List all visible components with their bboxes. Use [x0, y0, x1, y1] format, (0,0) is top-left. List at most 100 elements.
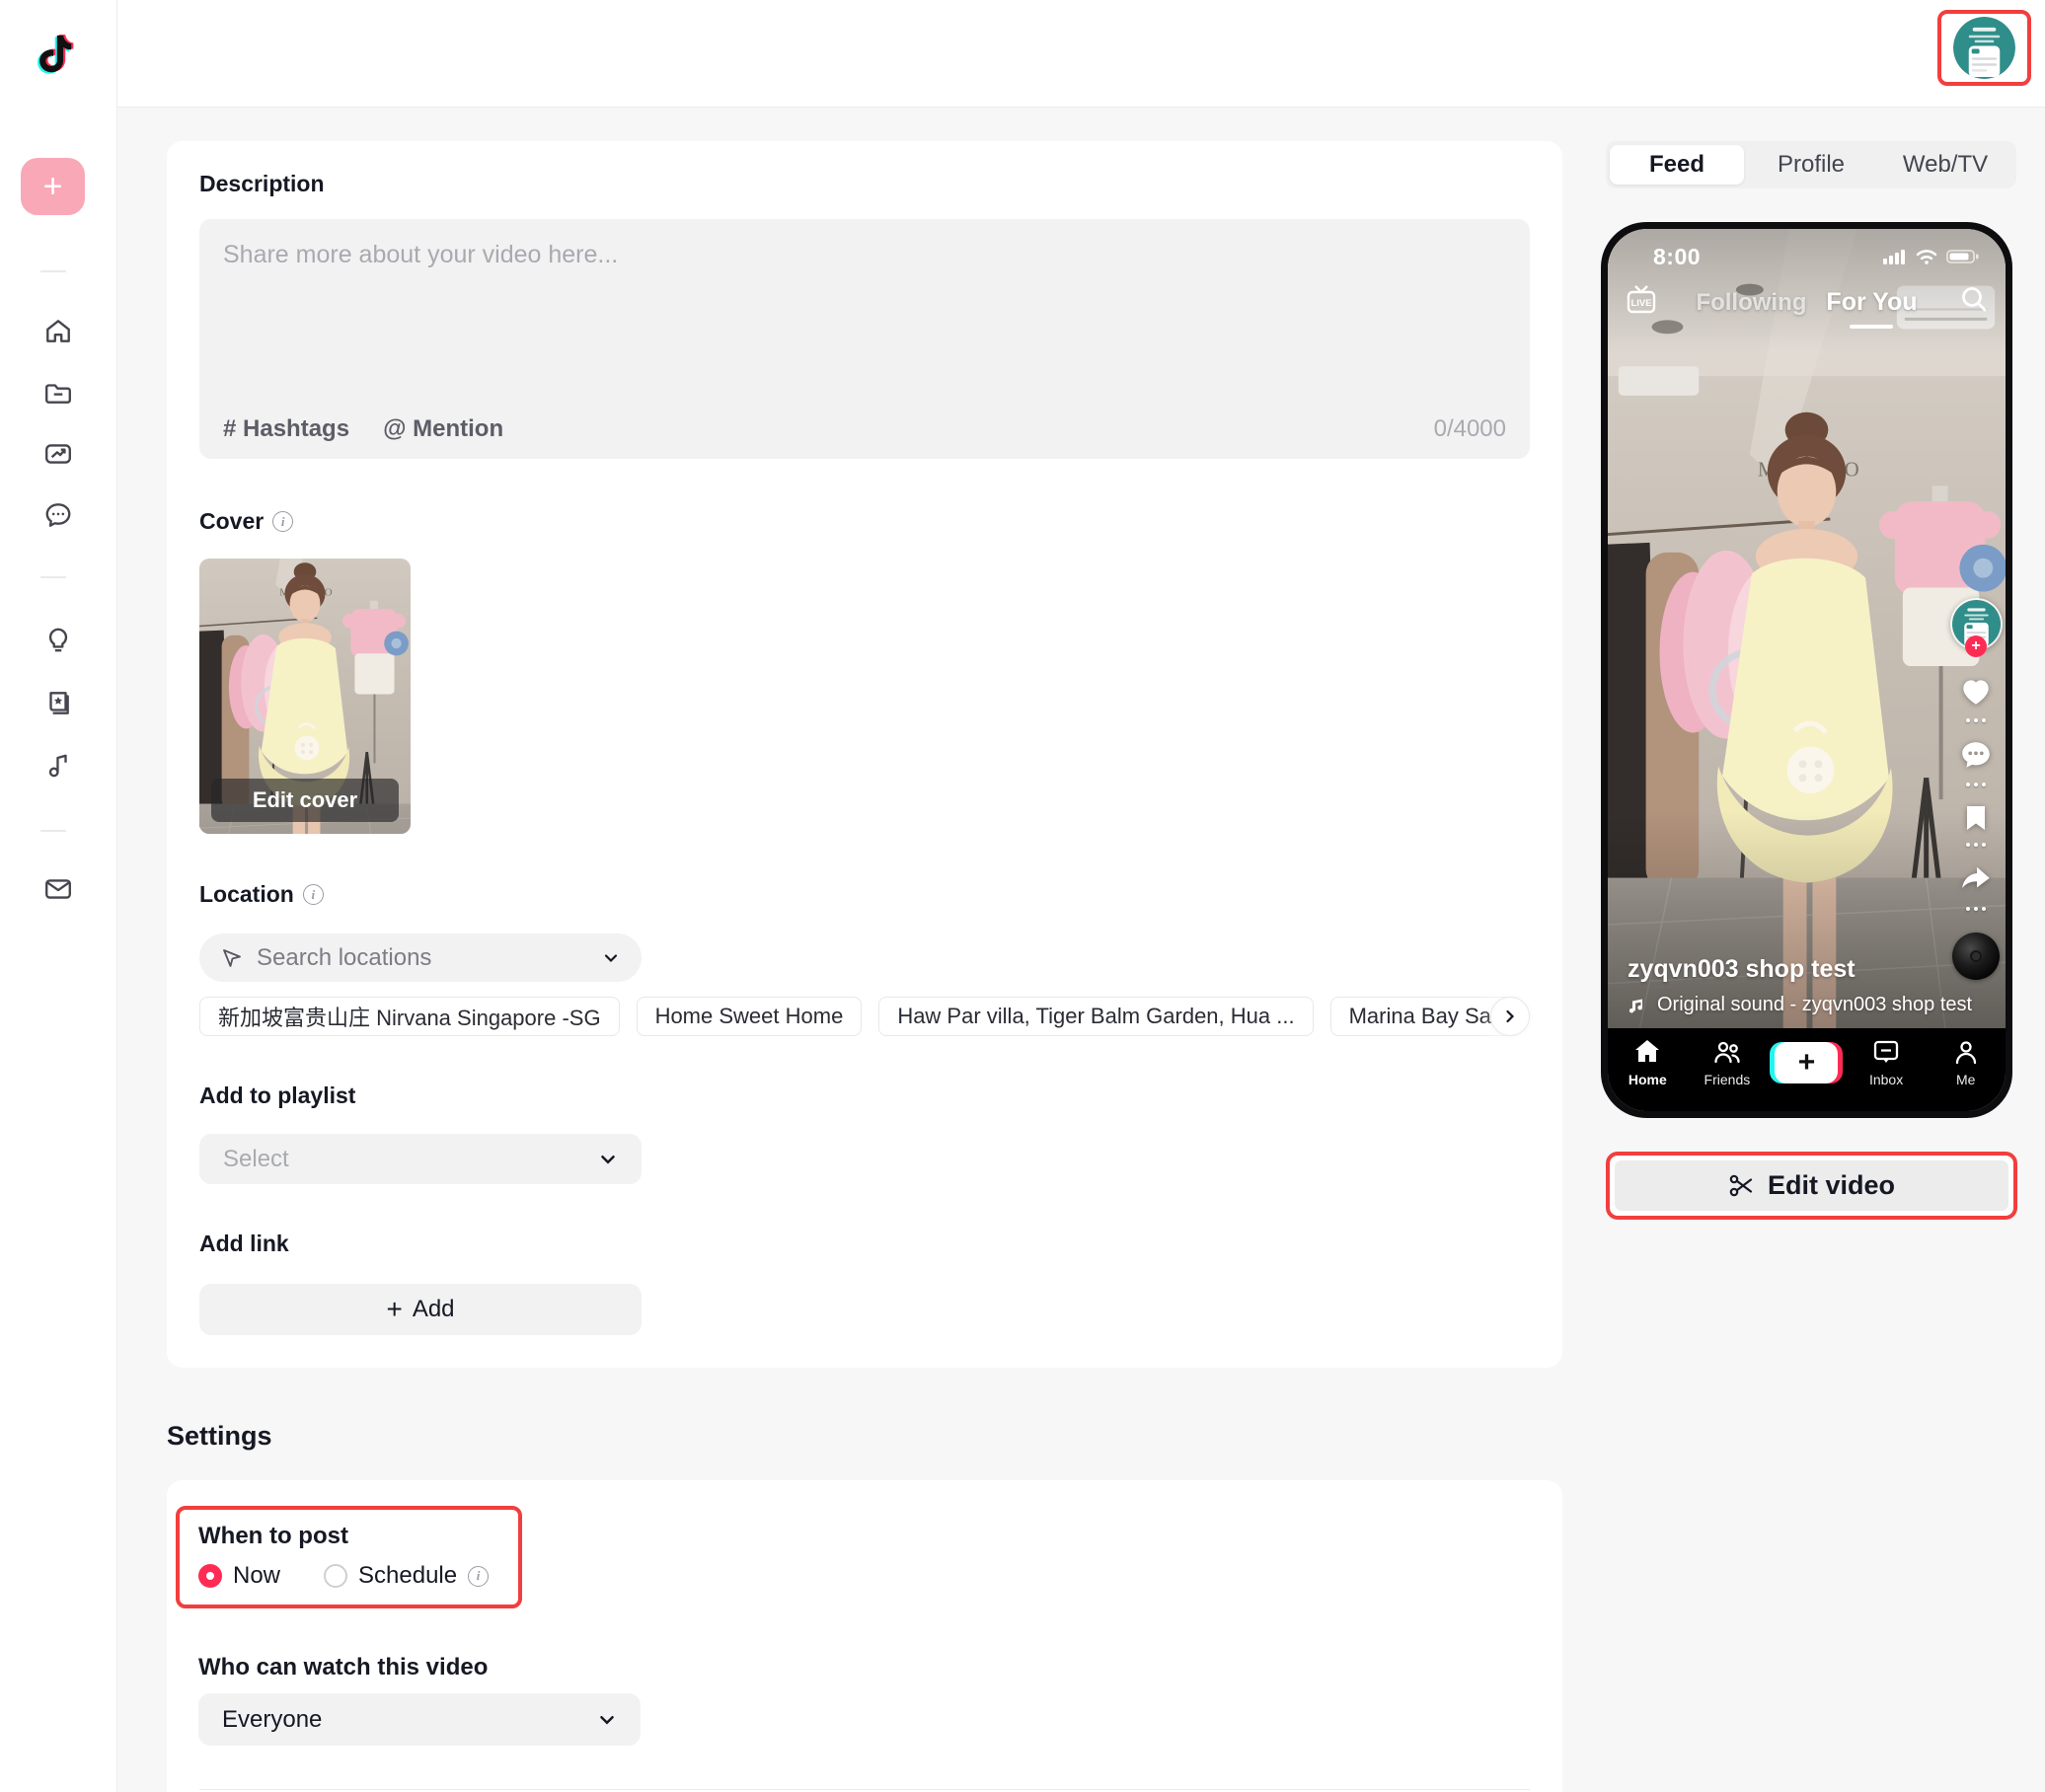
tab-profile[interactable]: Profile	[1744, 145, 1878, 185]
plus-icon: +	[43, 168, 63, 206]
sidebar-item-inspiration[interactable]	[43, 626, 73, 655]
follow-plus-badge[interactable]: +	[1965, 635, 1987, 657]
compose-button[interactable]: +	[21, 158, 85, 215]
radio-selected-icon	[198, 1564, 222, 1588]
description-label: Description	[199, 171, 1530, 197]
info-icon: i	[272, 511, 293, 532]
description-placeholder: Share more about your video here...	[223, 241, 1506, 269]
video-sound-row[interactable]: Original sound - zyqvn003 shop test	[1628, 994, 1924, 1016]
location-search-placeholder: Search locations	[257, 944, 588, 972]
sidebar-item-sounds[interactable]	[43, 751, 73, 781]
book-star-icon	[43, 688, 73, 717]
tab-feed[interactable]: Feed	[1610, 145, 1744, 185]
share-icon[interactable]	[1958, 862, 1994, 898]
like-heart-icon[interactable]	[1958, 674, 1994, 709]
more-locations-button[interactable]	[1490, 997, 1530, 1036]
creator-avatar[interactable]: +	[1952, 600, 2001, 648]
comment-icon[interactable]	[1958, 738, 1994, 774]
home-icon	[43, 317, 73, 346]
chevron-down-icon	[597, 1710, 617, 1730]
add-link-label: Add link	[199, 1231, 1530, 1257]
phone-status-bar: 8:00	[1608, 242, 2006, 271]
wifi-icon	[1915, 248, 1938, 265]
cover-label: Cover i	[199, 508, 1530, 535]
mention-button[interactable]: @ Mention	[383, 415, 503, 443]
sidebar-item-posts[interactable]	[43, 378, 73, 408]
location-chip[interactable]: Haw Par villa, Tiger Balm Garden, Hua ..…	[878, 997, 1313, 1036]
sidebar-item-feedback[interactable]	[43, 874, 73, 904]
nav-create[interactable]: +	[1767, 1028, 1847, 1111]
phone-preview: 8:00 LIVE Following For You +	[1601, 222, 2012, 1118]
who-can-watch-label: Who can watch this video	[198, 1654, 488, 1681]
lightbulb-icon	[43, 626, 73, 655]
hashtags-button[interactable]: # Hashtags	[223, 415, 349, 443]
status-time: 8:00	[1653, 244, 1701, 270]
playlist-select-value: Select	[223, 1146, 598, 1173]
home-icon	[1632, 1037, 1662, 1067]
location-arrow-icon	[221, 947, 243, 969]
sidebar-item-analytics[interactable]	[43, 439, 73, 469]
preview-tabs: Feed Profile Web/TV	[1606, 141, 2016, 188]
sidebar-divider	[40, 270, 66, 272]
location-suggestions: 新加坡富贵山庄 Nirvana Singapore -SG Home Sweet…	[199, 997, 1530, 1036]
video-caption-block: zyqvn003 shop test Original sound - zyqv…	[1628, 955, 1924, 1016]
nav-friends[interactable]: Friends	[1688, 1028, 1768, 1111]
trend-icon	[43, 439, 73, 469]
edit-video-button[interactable]: Edit video	[1615, 1160, 2008, 1211]
chevron-down-icon	[602, 949, 620, 967]
location-chip[interactable]: Home Sweet Home	[637, 997, 863, 1036]
info-icon: i	[468, 1566, 489, 1587]
phone-screen: 8:00 LIVE Following For You +	[1608, 229, 2006, 1111]
sidebar-item-creator-academy[interactable]	[43, 688, 73, 717]
upload-form-card: Description Share more about your video …	[167, 141, 1562, 1368]
action-rail: +	[1948, 600, 2004, 980]
svg-text:LIVE: LIVE	[1630, 298, 1651, 309]
sidebar-divider	[40, 576, 66, 578]
nav-me[interactable]: Me	[1926, 1028, 2006, 1111]
radio-unselected-icon	[324, 1564, 347, 1588]
bookmark-count-placeholder	[1966, 843, 1986, 847]
nav-inbox[interactable]: Inbox	[1847, 1028, 1927, 1111]
annotation-when-to-post-highlight: When to post Now Schedule i	[176, 1506, 522, 1608]
phone-bottom-nav: Home Friends + Inbox	[1608, 1028, 2006, 1111]
sound-disc[interactable]	[1952, 933, 2000, 980]
create-plus-button[interactable]: +	[1775, 1042, 1838, 1083]
user-avatar[interactable]	[1953, 17, 2015, 79]
sidebar-item-home[interactable]	[43, 317, 73, 346]
tab-webtv[interactable]: Web/TV	[1878, 145, 2012, 185]
search-icon[interactable]	[1958, 283, 1990, 315]
friends-icon	[1712, 1037, 1742, 1067]
who-can-watch-select[interactable]: Everyone	[198, 1693, 641, 1746]
nav-home[interactable]: Home	[1608, 1028, 1688, 1111]
edit-cover-button[interactable]: Edit cover	[211, 779, 399, 822]
sidebar: +	[0, 0, 117, 1792]
chevron-down-icon	[598, 1150, 618, 1169]
tab-for-you[interactable]: For You	[1826, 288, 1917, 317]
like-count-placeholder	[1966, 718, 1986, 722]
add-link-button[interactable]: + Add	[199, 1284, 642, 1335]
envelope-icon	[43, 874, 73, 904]
comment-bubble-icon	[43, 500, 73, 530]
playlist-select[interactable]: Select	[199, 1134, 642, 1184]
cover-thumbnail[interactable]: Edit cover	[199, 559, 411, 834]
settings-card: When to post Now Schedule i Who can watc…	[167, 1480, 1562, 1792]
annotation-edit-video-highlight: Edit video	[1606, 1152, 2017, 1220]
video-author[interactable]: zyqvn003 shop test	[1628, 955, 1924, 984]
tiktok-logo-icon[interactable]	[32, 30, 77, 79]
sidebar-divider	[40, 830, 66, 832]
tab-following[interactable]: Following	[1696, 289, 1806, 317]
live-icon[interactable]: LIVE	[1624, 282, 1659, 318]
bookmark-icon[interactable]	[1960, 802, 1992, 834]
settings-heading: Settings	[167, 1421, 272, 1452]
music-note-icon	[43, 751, 73, 781]
sidebar-item-comments[interactable]	[43, 500, 73, 530]
radio-now[interactable]: Now	[198, 1562, 280, 1590]
signal-icon	[1883, 248, 1907, 265]
top-bar	[0, 0, 2045, 108]
radio-schedule[interactable]: Schedule i	[324, 1562, 489, 1590]
location-search-input[interactable]: Search locations	[199, 933, 642, 982]
description-input[interactable]: Share more about your video here... # Ha…	[199, 219, 1530, 459]
who-can-watch-value: Everyone	[222, 1706, 597, 1734]
location-chip[interactable]: 新加坡富贵山庄 Nirvana Singapore -SG	[199, 997, 620, 1036]
plus-icon: +	[1775, 1042, 1838, 1083]
